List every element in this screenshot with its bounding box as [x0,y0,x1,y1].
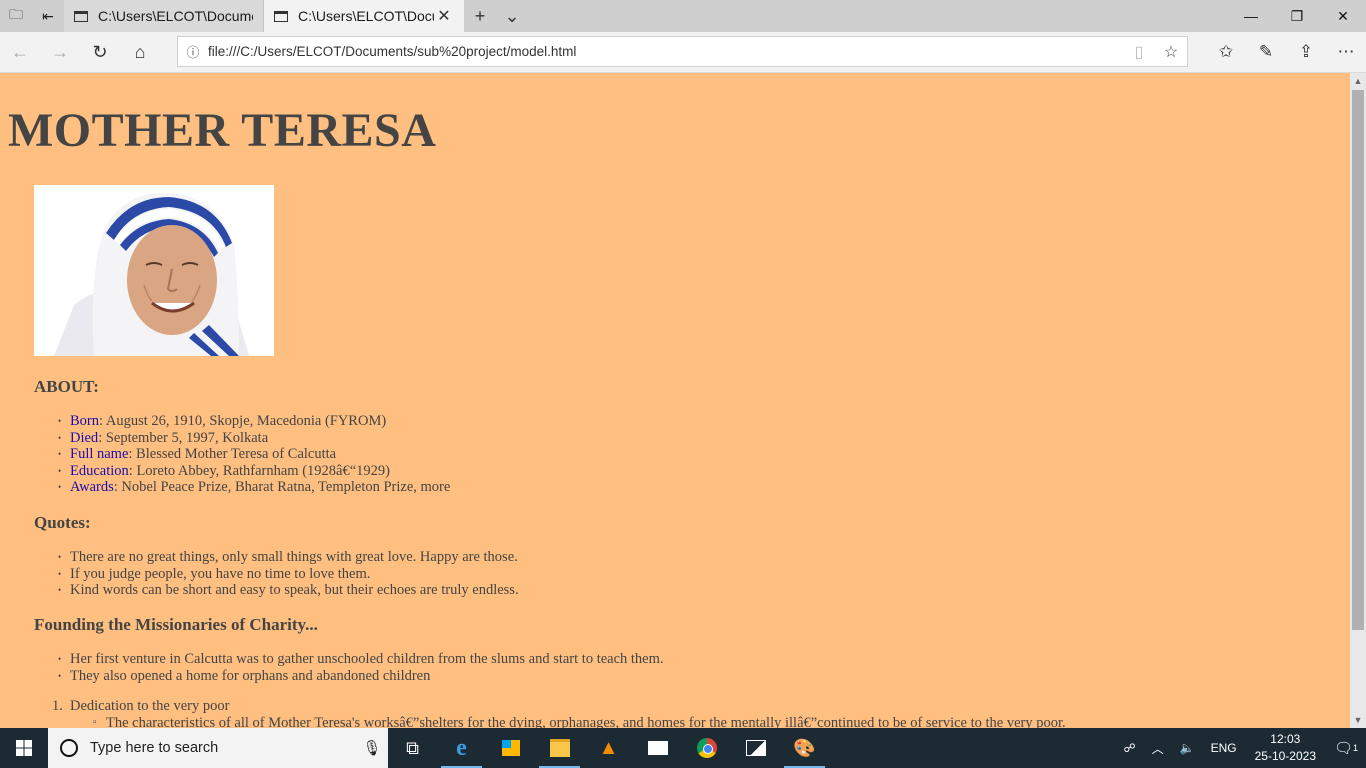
vertical-scrollbar[interactable]: ▲ ▼ [1350,73,1366,728]
tab-model[interactable]: C:\Users\ELCOT\Docum ✕ [264,0,464,32]
tab-title: C:\Users\ELCOT\Docum [298,8,434,24]
photos-icon[interactable] [731,728,780,768]
clock[interactable]: 12:03 25-10-2023 [1245,731,1326,765]
list-item: Education: Loreto Abbey, Rathfarnham (19… [58,462,450,480]
numbered-list: Dedication to the very poor The characte… [34,698,1066,728]
task-view-icon[interactable]: ⧉ [388,728,437,768]
restore-icon[interactable]: ❐ [1274,0,1320,32]
language-indicator[interactable]: ENG [1203,741,1245,755]
taskbar-search[interactable]: Type here to search 🎙 [48,728,388,768]
chevron-down-icon[interactable]: ⌄ [496,0,528,32]
people-icon[interactable]: ☍ [1115,741,1143,755]
mail-icon[interactable] [633,728,682,768]
chevron-up-icon[interactable]: ︿ [1144,740,1172,757]
favorites-icon[interactable]: ✩ [1206,32,1246,72]
notification-icon[interactable]: 🗨 1 [1326,739,1366,757]
tab-title: C:\Users\ELCOT\Documents [98,8,253,24]
page-icon [74,10,88,22]
url-text[interactable]: file:///C:/Users/ELCOT/Documents/sub%20p… [208,44,1123,59]
new-tab-icon[interactable]: + [464,0,496,32]
about-list: Born: August 26, 1910, Skopje, Macedonia… [34,413,450,496]
founding-list: Her first venture in Calcutta was to gat… [34,651,664,684]
awards-value: : Nobel Peace Prize, Bharat Ratna, Templ… [113,479,451,496]
edge-browser-icon[interactable]: e [437,728,486,768]
system-tray: ☍ ︿ 🔈 ENG 12:03 25-10-2023 🗨 1 [1115,728,1366,768]
taskbar: Type here to search 🎙 ⧉ e ▲ 🎨 ☍ ︿ 🔈 ENG … [0,728,1366,768]
page-icon [274,10,288,22]
paint-icon[interactable]: 🎨 [780,728,829,768]
about-heading: ABOUT: [34,377,99,396]
more-icon[interactable]: ⋯ [1326,32,1366,72]
info-icon[interactable]: ⓘ [178,42,208,61]
chrome-icon[interactable] [682,728,731,768]
died-link[interactable]: Died [70,430,98,446]
search-placeholder: Type here to search [90,740,219,756]
notification-count: 1 [1353,743,1359,753]
page-viewport: MOTHER TERESA ABOUT: • Born: August 26, … [0,73,1350,728]
scrollbar-thumb[interactable] [1352,90,1364,630]
list-item: If you judge people, you have no time to… [58,566,519,583]
quotes-list: There are no great things, only small th… [34,549,519,599]
pen-icon[interactable]: ✎ [1246,32,1286,72]
address-bar[interactable]: ⓘ file:///C:/Users/ELCOT/Documents/sub%2… [177,36,1188,67]
page-title: MOTHER TERESA [8,104,437,157]
died-value: : September 5, 1997, Kolkata [98,429,269,446]
search-icon [60,739,78,757]
tab-strip: 🗀 ⇤ C:\Users\ELCOT\Documents C:\Users\EL… [0,0,1366,32]
full-name-link[interactable]: Full name [70,446,128,462]
born-value: : August 26, 1910, Skopje, Macedonia (FY… [99,413,387,429]
time-text: 12:03 [1270,732,1301,746]
refresh-icon[interactable]: ↻ [80,32,120,72]
list-item: Born: August 26, 1910, Skopje, Macedonia… [58,413,450,430]
list-item: There are no great things, only small th… [58,549,519,566]
list-item: Full name: Blessed Mother Teresa of Calc… [58,446,450,463]
close-tab-icon[interactable]: ✕ [434,6,454,26]
store-icon[interactable] [486,728,535,768]
numbered-item: Dedication to the very poor The characte… [52,698,1066,728]
back-icon[interactable]: ← [0,32,40,72]
list-item: Died: September 5, 1997, Kolkata [58,429,450,447]
volume-icon[interactable]: 🔈 [1172,741,1203,755]
window-controls: — ❐ ✕ [1228,0,1366,32]
file-explorer-icon[interactable] [535,728,584,768]
list-item: Kind words can be short and easy to spea… [58,582,519,599]
born-link[interactable]: Born [70,413,99,429]
microphone-icon[interactable]: 🎙 [356,739,388,757]
forward-icon[interactable]: → [40,32,80,72]
tab-documents[interactable]: C:\Users\ELCOT\Documents [64,0,264,32]
numbered-item-text: Dedication to the very poor [70,698,230,714]
share-icon[interactable]: ⇪ [1286,32,1326,72]
navigation-bar: ← → ↻ ⌂ ⓘ file:///C:/Users/ELCOT/Documen… [0,32,1366,73]
list-item: Her first venture in Calcutta was to gat… [58,651,664,668]
reading-view-icon[interactable]: ▯ [1123,42,1155,62]
windows-start-icon[interactable] [0,728,48,768]
star-icon[interactable]: ☆ [1155,42,1187,62]
toolbar-right: ✩ ✎ ⇪ ⋯ [1206,32,1366,72]
scroll-down-icon[interactable]: ▼ [1350,712,1366,728]
education-value: : Loreto Abbey, Rathfarnham (1928â€“1929… [128,462,390,479]
list-item: Awards: Nobel Peace Prize, Bharat Ratna,… [58,479,451,496]
date-text: 25-10-2023 [1254,749,1316,763]
list-item: They also opened a home for orphans and … [58,668,664,685]
minimize-icon[interactable]: — [1228,0,1274,32]
sub-list-item: The characteristics of all of Mother Ter… [93,715,1066,728]
full-name-value: : Blessed Mother Teresa of Calcutta [128,446,337,463]
tab-actions-icon[interactable]: 🗀 [0,0,32,32]
portrait-image [34,185,274,356]
education-link[interactable]: Education [70,463,129,479]
founding-heading: Founding the Missionaries of Charity... [34,615,318,634]
quotes-heading: Quotes: [34,513,91,532]
sub-list: The characteristics of all of Mother Ter… [70,715,1066,728]
vlc-icon[interactable]: ▲ [584,728,633,768]
home-icon[interactable]: ⌂ [120,32,160,72]
portrait-illustration [34,185,274,356]
set-tabs-aside-icon[interactable]: ⇤ [32,0,64,32]
awards-link[interactable]: Awards [70,479,114,495]
scroll-up-icon[interactable]: ▲ [1350,73,1366,89]
close-window-icon[interactable]: ✕ [1320,0,1366,32]
